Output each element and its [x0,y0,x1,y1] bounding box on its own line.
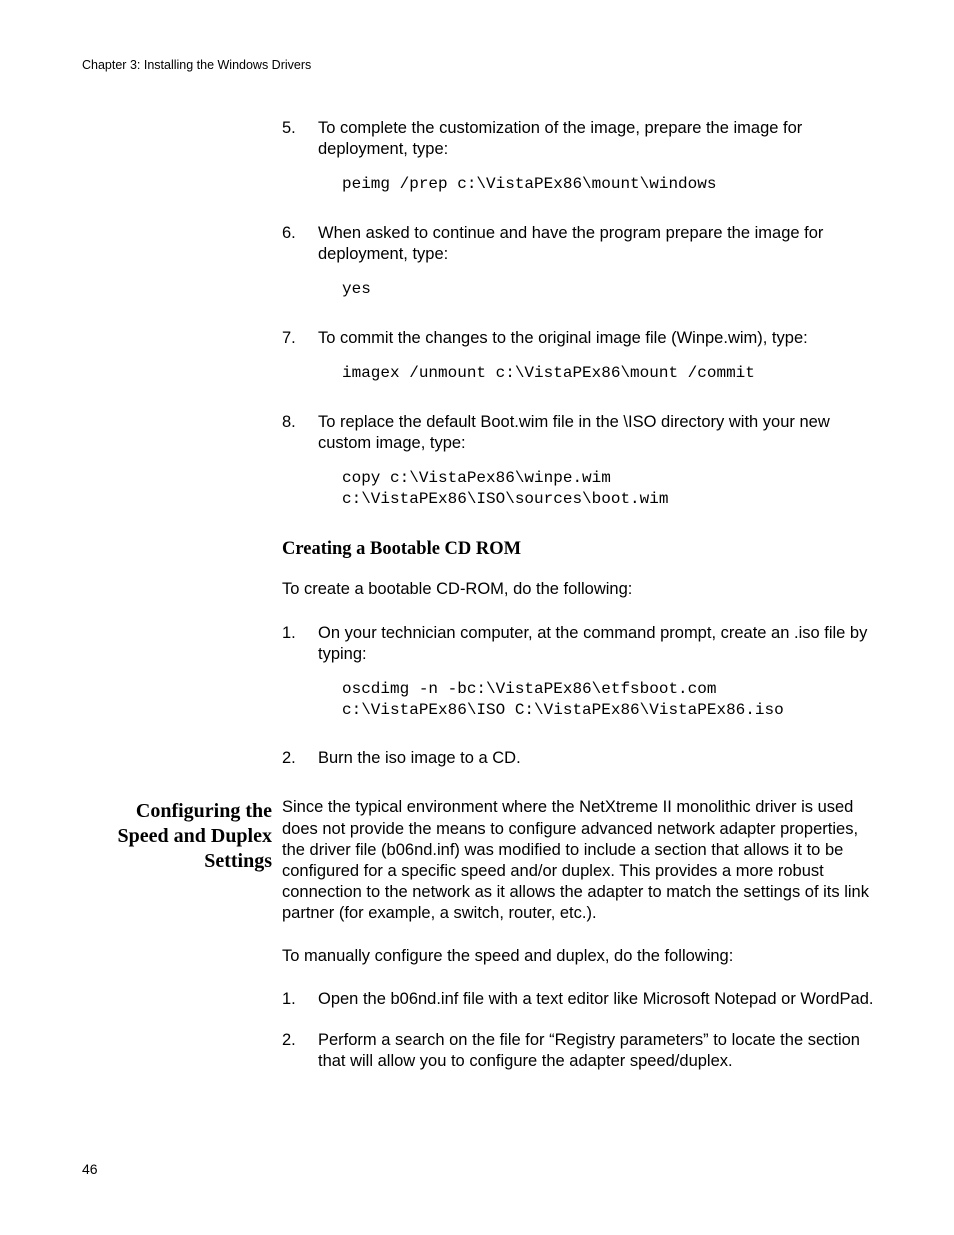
list-text: When asked to continue and have the prog… [318,223,874,265]
list-text: On your technician computer, at the comm… [318,623,874,665]
list-marker: 2. [282,1030,314,1072]
side-heading [82,118,272,797]
list-marker: 5. [282,118,314,160]
code-block: copy c:\VistaPex86\winpe.wim c:\VistaPEx… [282,468,874,510]
list-item: 6. When asked to continue and have the p… [282,223,874,265]
body-section-1: Since the typical environment where the … [282,797,874,1082]
page: Chapter 3: Installing the Windows Driver… [0,0,954,1235]
list-marker: 8. [282,412,314,454]
paragraph: Since the typical environment where the … [282,797,874,924]
list-item: 8. To replace the default Boot.wim file … [282,412,874,454]
list-marker: 7. [282,328,314,349]
content: 5. To complete the customization of the … [82,118,874,1083]
side-heading: Configuring the Speed and Duplex Setting… [82,797,272,1082]
list-item: 1. Open the b06nd.inf file with a text e… [282,989,874,1010]
body-section-0: 5. To complete the customization of the … [282,118,874,797]
page-number: 46 [82,1161,98,1177]
list-marker: 1. [282,989,314,1010]
list-marker: 6. [282,223,314,265]
subheading: Creating a Bootable CD ROM [282,538,874,562]
paragraph: To manually configure the speed and dupl… [282,946,874,967]
list-text: To complete the customization of the ima… [318,118,874,160]
list-item: 2. Perform a search on the file for “Reg… [282,1030,874,1072]
running-header: Chapter 3: Installing the Windows Driver… [82,58,874,72]
list-text: Perform a search on the file for “Regist… [318,1030,874,1072]
code-block: imagex /unmount c:\VistaPEx86\mount /com… [282,363,874,384]
list-item: 2. Burn the iso image to a CD. [282,748,874,769]
list-item: 7. To commit the changes to the original… [282,328,874,349]
list-marker: 1. [282,623,314,665]
list-text: To commit the changes to the original im… [318,328,874,349]
list-item: 5. To complete the customization of the … [282,118,874,160]
list-text: Open the b06nd.inf file with a text edit… [318,989,874,1010]
list-text: Burn the iso image to a CD. [318,748,874,769]
list-marker: 2. [282,748,314,769]
code-block: peimg /prep c:\VistaPEx86\mount\windows [282,174,874,195]
code-block: yes [282,279,874,300]
list-text: To replace the default Boot.wim file in … [318,412,874,454]
code-block: oscdimg -n -bc:\VistaPEx86\etfsboot.com … [282,679,874,721]
list-item: 1. On your technician computer, at the c… [282,623,874,665]
paragraph: To create a bootable CD-ROM, do the foll… [282,579,874,600]
